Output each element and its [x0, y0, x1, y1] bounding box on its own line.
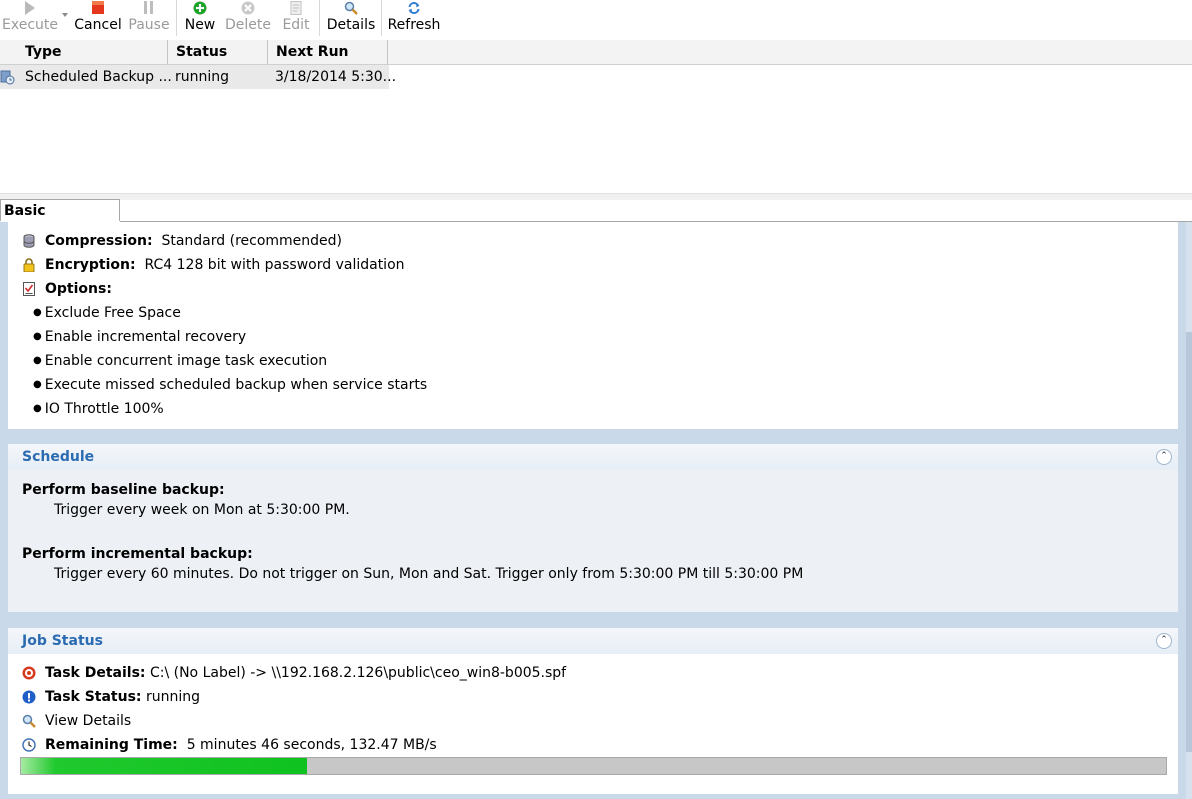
schedule-panel-header[interactable]: Schedule ⌃: [8, 444, 1178, 470]
job-status-panel: Job Status ⌃ Task Details: C:\ (No Label…: [8, 628, 1178, 794]
options-label: Options:: [45, 281, 112, 297]
job-status-panel-header[interactable]: Job Status ⌃: [8, 628, 1178, 654]
progress-bar-fill: [21, 758, 307, 774]
target-icon: [22, 665, 36, 681]
delete-button[interactable]: Delete: [222, 0, 274, 40]
refresh-icon: [406, 0, 422, 16]
baseline-text: Trigger every week on Mon at 5:30:00 PM.: [54, 502, 350, 518]
column-header-next-run-time[interactable]: Next Run Time: [268, 40, 388, 84]
clock-icon: [22, 737, 36, 753]
job-status-title: Job Status: [22, 633, 103, 649]
checklist-icon: [22, 281, 36, 297]
compression-label: Compression:: [45, 233, 153, 249]
edit-button[interactable]: Edit: [276, 0, 316, 40]
lock-icon: [22, 257, 36, 273]
new-button[interactable]: New: [180, 0, 220, 40]
execute-dropdown-arrow-icon[interactable]: [62, 13, 68, 17]
option-item: Execute missed scheduled backup when ser…: [33, 375, 427, 395]
option-item: IO Throttle 100%: [33, 399, 164, 419]
cancel-button[interactable]: Cancel: [72, 0, 124, 40]
incremental-text: Trigger every 60 minutes. Do not trigger…: [54, 566, 804, 582]
details-scrollbar[interactable]: [1186, 222, 1192, 799]
edit-label: Edit: [282, 17, 310, 33]
collapse-job-status-icon[interactable]: ⌃: [1156, 633, 1172, 649]
compression-icon: [22, 233, 36, 249]
details-label: Details: [326, 17, 376, 33]
cancel-label: Cancel: [74, 17, 122, 33]
task-details-value: C:\ (No Label) -> \\192.168.2.126\public…: [149, 665, 567, 681]
schedule-title: Schedule: [22, 449, 95, 465]
info-alert-icon: [22, 689, 36, 705]
pause-label: Pause: [128, 17, 170, 33]
remaining-time-value: 5 minutes 46 seconds, 132.47 MB/s: [186, 737, 437, 753]
schedule-panel: Schedule ⌃ Perform baseline backup: Trig…: [8, 444, 1178, 612]
task-status-label: Task Status:: [45, 689, 142, 705]
delete-label: Delete: [225, 17, 271, 33]
task-grid-header: Type Status Next Run Time: [0, 40, 1192, 84]
progress-bar: [20, 757, 1167, 775]
task-status-value: running: [145, 689, 201, 705]
toolbar-separator: [381, 0, 382, 36]
pause-button[interactable]: Pause: [126, 0, 172, 40]
scheduled-backup-icon: [0, 69, 15, 85]
task-details-label: Task Details:: [45, 665, 146, 681]
add-icon: [192, 0, 208, 16]
refresh-button[interactable]: Refresh: [386, 0, 442, 40]
edit-icon: [288, 0, 304, 16]
encryption-label: Encryption:: [45, 257, 136, 273]
compression-value: Standard (recommended): [161, 233, 343, 249]
pause-icon: [141, 0, 157, 16]
option-item: Exclude Free Space: [33, 303, 181, 323]
task-grid-empty-area: [0, 89, 1192, 193]
incremental-label: Perform incremental backup:: [22, 546, 253, 562]
column-header-status[interactable]: Status: [168, 40, 268, 64]
magnifier-icon: [22, 713, 36, 729]
details-scrollbar-thumb[interactable]: [1186, 332, 1192, 752]
stop-icon: [90, 0, 106, 16]
cell-status: running: [175, 69, 230, 85]
tab-basic-properties[interactable]: Basic Properties: [0, 199, 120, 241]
delete-icon: [240, 0, 256, 16]
option-item: Enable concurrent image task execution: [33, 351, 327, 371]
details-button[interactable]: Details: [324, 0, 378, 40]
details-pane: Compression: Standard (recommended) Encr…: [0, 222, 1192, 799]
option-item: Enable incremental recovery: [33, 327, 246, 347]
column-header-type[interactable]: Type: [17, 40, 168, 64]
collapse-schedule-icon[interactable]: ⌃: [1156, 449, 1172, 465]
toolbar-separator: [176, 0, 177, 36]
cell-next-run-time: 3/18/2014 5:30...: [275, 69, 397, 85]
cell-type: Scheduled Backup ...: [25, 69, 172, 85]
properties-panel: Compression: Standard (recommended) Encr…: [8, 222, 1178, 429]
magnifier-icon: [343, 0, 359, 16]
view-details-link[interactable]: View Details: [45, 711, 131, 731]
play-icon: [22, 0, 38, 16]
new-label: New: [184, 17, 216, 33]
toolbar: Execute Cancel Pause New Delete Edit Det…: [0, 0, 1192, 40]
table-row[interactable]: Scheduled Backup ... running 3/18/2014 5…: [0, 65, 396, 89]
remaining-time-label: Remaining Time:: [45, 737, 178, 753]
encryption-value: RC4 128 bit with password validation: [144, 257, 405, 273]
toolbar-separator: [319, 0, 320, 36]
baseline-label: Perform baseline backup:: [22, 482, 225, 498]
execute-button[interactable]: Execute: [0, 0, 60, 40]
refresh-label: Refresh: [387, 17, 441, 33]
bottom-strip: [0, 794, 1192, 799]
execute-label: Execute: [2, 17, 58, 33]
splitter[interactable]: [0, 193, 1192, 200]
